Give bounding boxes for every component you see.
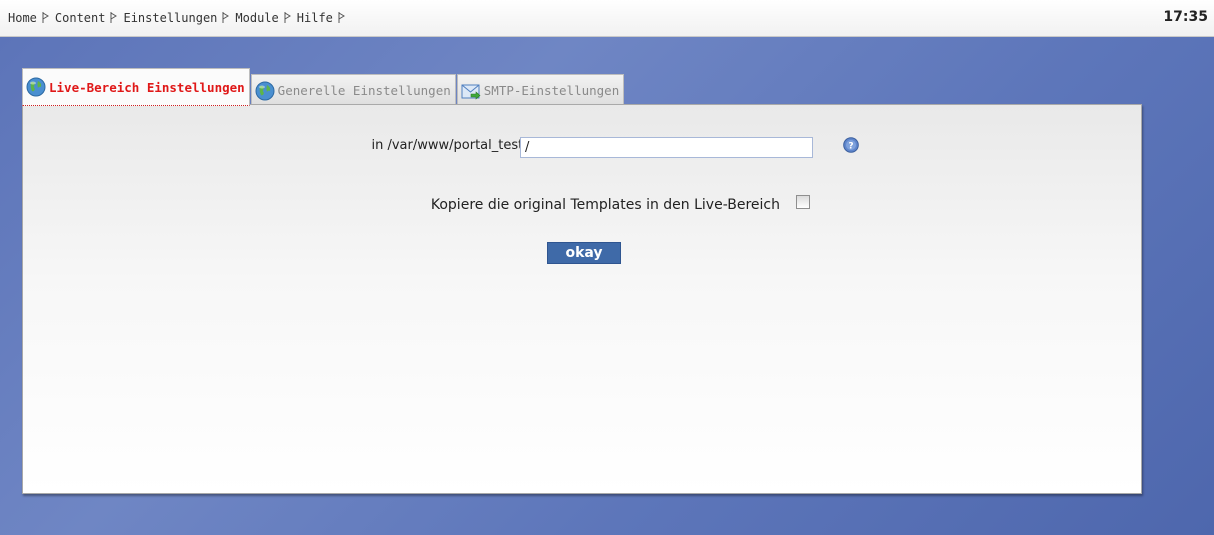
mail-icon — [461, 84, 481, 100]
settings-tabs: Live-Bereich Einstellungen Generelle Ein… — [22, 68, 625, 106]
nav-hilfe[interactable]: Hilfe — [297, 11, 333, 25]
tab-live-bereich[interactable]: Live-Bereich Einstellungen — [22, 68, 250, 106]
copy-templates-checkbox[interactable] — [796, 195, 810, 209]
settings-panel: in /var/www/portal_test1 : ? Kopiere die… — [22, 104, 1142, 494]
tab-label: SMTP-Einstellungen — [483, 83, 620, 98]
nav-home[interactable]: Home — [8, 11, 37, 25]
flag-arrow-icon — [222, 11, 230, 23]
flag-arrow-icon — [284, 11, 291, 23]
flag-arrow-icon — [338, 11, 345, 23]
help-icon[interactable]: ? — [843, 137, 859, 153]
live-path-input[interactable] — [520, 137, 813, 158]
copy-templates-label: Kopiere die original Templates in den Li… — [430, 197, 780, 213]
tab-label: Generelle Einstellungen — [277, 83, 451, 98]
flag-arrow-icon — [42, 11, 49, 23]
top-navigation-bar: Home Content Einstellungen Module Hilfe … — [0, 0, 1214, 37]
svg-text:?: ? — [848, 142, 853, 152]
flag-arrow-icon — [110, 11, 118, 23]
tab-smtp[interactable]: SMTP-Einstellungen — [456, 74, 625, 106]
nav-content[interactable]: Content — [55, 11, 106, 25]
nav-einstellungen[interactable]: Einstellungen — [123, 11, 217, 25]
clock: 17:35 — [1163, 9, 1208, 25]
breadcrumb-nav: Home Content Einstellungen Module Hilfe — [8, 11, 351, 25]
tab-label: Live-Bereich Einstellungen — [49, 79, 245, 95]
globe-icon — [255, 81, 275, 100]
okay-button[interactable]: okay — [547, 242, 621, 264]
globe-icon — [26, 77, 46, 97]
tab-generelle[interactable]: Generelle Einstellungen — [250, 74, 456, 106]
nav-module[interactable]: Module — [235, 11, 278, 25]
path-label: in /var/www/portal_test1 : — [371, 138, 541, 153]
